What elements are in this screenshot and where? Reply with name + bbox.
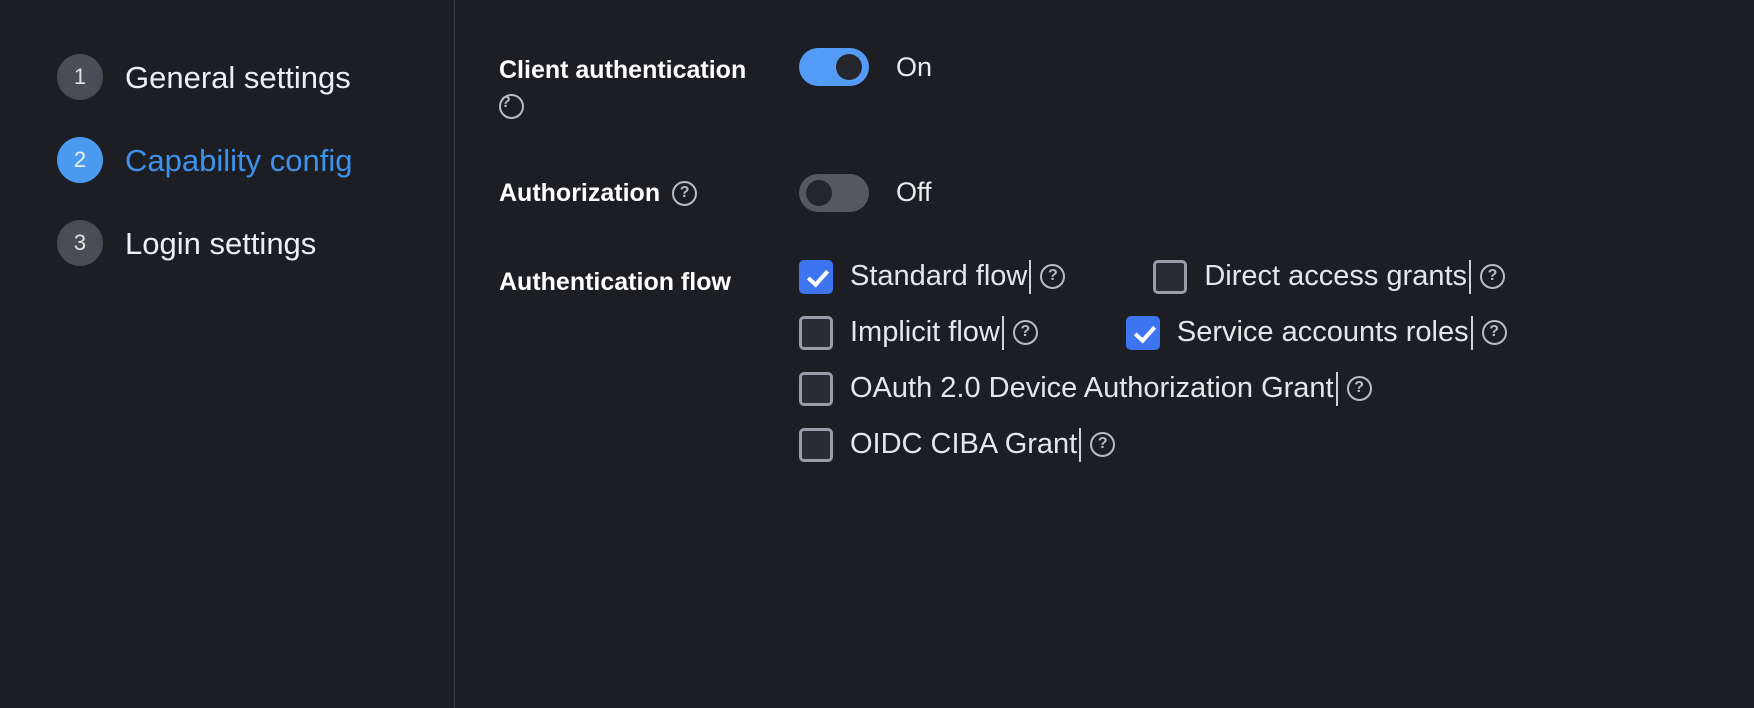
client-authentication-control: On [799,48,932,86]
toggle-knob [836,54,862,80]
step-number-badge: 2 [57,137,103,183]
checkbox-line: OAuth 2.0 Device Authorization Grant ? [799,371,1507,406]
authorization-label-group: Authorization ? [499,171,799,211]
checkbox-oauth-device-authorization-grant[interactable]: OAuth 2.0 Device Authorization Grant ? [799,371,1372,406]
help-icon[interactable]: ? [672,181,698,207]
help-icon[interactable]: ? [1481,320,1507,346]
help-icon[interactable]: ? [1480,264,1506,290]
wizard-step-general-settings[interactable]: 1 General settings [0,52,454,102]
wizard-step-login-settings[interactable]: 3 Login settings [0,218,454,268]
checkbox-oidc-ciba-grant[interactable]: OIDC CIBA Grant ? [799,427,1116,462]
field-authorization: Authorization ? Off [499,171,1754,212]
wizard-step-nav: 1 General settings 2 Capability config 3… [0,0,455,708]
authorization-label: Authorization [499,178,661,207]
help-icon[interactable]: ? [1012,320,1038,346]
capability-config-form: Client authentication ? On Authorization… [455,0,1754,708]
checkbox-label: Standard flow [850,260,1028,293]
separator [1079,427,1082,462]
checkbox-label: OIDC CIBA Grant [850,428,1078,461]
help-icon[interactable]: ? [1040,264,1066,290]
help-icon[interactable]: ? [499,93,524,119]
step-number-badge: 1 [57,54,103,100]
authentication-flow-label: Authentication flow [499,267,731,296]
checkbox-line: Implicit flow ? Service accounts roles ? [799,315,1507,350]
checkbox-standard-flow[interactable]: Standard flow ? [799,259,1066,294]
field-client-authentication: Client authentication ? On [499,48,1754,119]
separator [1029,259,1032,294]
client-authentication-label-group: Client authentication ? [499,48,799,119]
checkbox-implicit-flow[interactable]: Implicit flow ? [799,315,1038,350]
wizard-step-label: Login settings [125,225,317,261]
authorization-toggle[interactable] [799,173,869,212]
help-icon[interactable]: ? [1346,376,1372,402]
separator [1470,315,1473,350]
wizard-step-capability-config[interactable]: 2 Capability config [0,135,454,185]
checkbox-label: Implicit flow [850,316,1000,349]
checkbox-service-accounts-roles[interactable]: Service accounts roles ? [1125,315,1507,350]
step-number-badge: 3 [57,220,103,266]
separator [1001,315,1004,350]
checkbox-line: Standard flow ? Direct access grants ? [799,259,1507,294]
client-authentication-toggle[interactable] [799,48,869,86]
authorization-control: Off [799,171,932,212]
checkbox-box[interactable] [1153,259,1188,294]
separator [1469,259,1472,294]
checkbox-box[interactable] [799,371,833,406]
checkbox-label: Direct access grants [1204,260,1468,293]
toggle-knob [806,179,832,206]
checkbox-box[interactable] [1125,315,1160,350]
checkbox-label: OAuth 2.0 Device Authorization Grant [850,372,1334,405]
client-authentication-label: Client authentication [499,56,747,84]
checkbox-label: Service accounts roles [1176,316,1469,349]
checkbox-box[interactable] [799,315,833,350]
client-authentication-state: On [896,51,933,82]
checkbox-box[interactable] [799,259,833,294]
wizard-step-label: General settings [125,59,351,95]
authentication-flow-options: Standard flow ? Direct access grants ? I… [799,259,1507,462]
checkbox-direct-access-grants[interactable]: Direct access grants ? [1153,259,1506,294]
separator [1335,371,1338,406]
checkbox-line: OIDC CIBA Grant ? [799,427,1507,462]
field-authentication-flow: Authentication flow Standard flow ? Dire… [499,259,1754,462]
wizard-step-label: Capability config [125,142,353,178]
authorization-state: Off [896,177,932,208]
capability-config-page: 1 General settings 2 Capability config 3… [0,0,1754,708]
help-icon[interactable]: ? [1090,432,1116,458]
checkbox-box[interactable] [799,427,833,462]
